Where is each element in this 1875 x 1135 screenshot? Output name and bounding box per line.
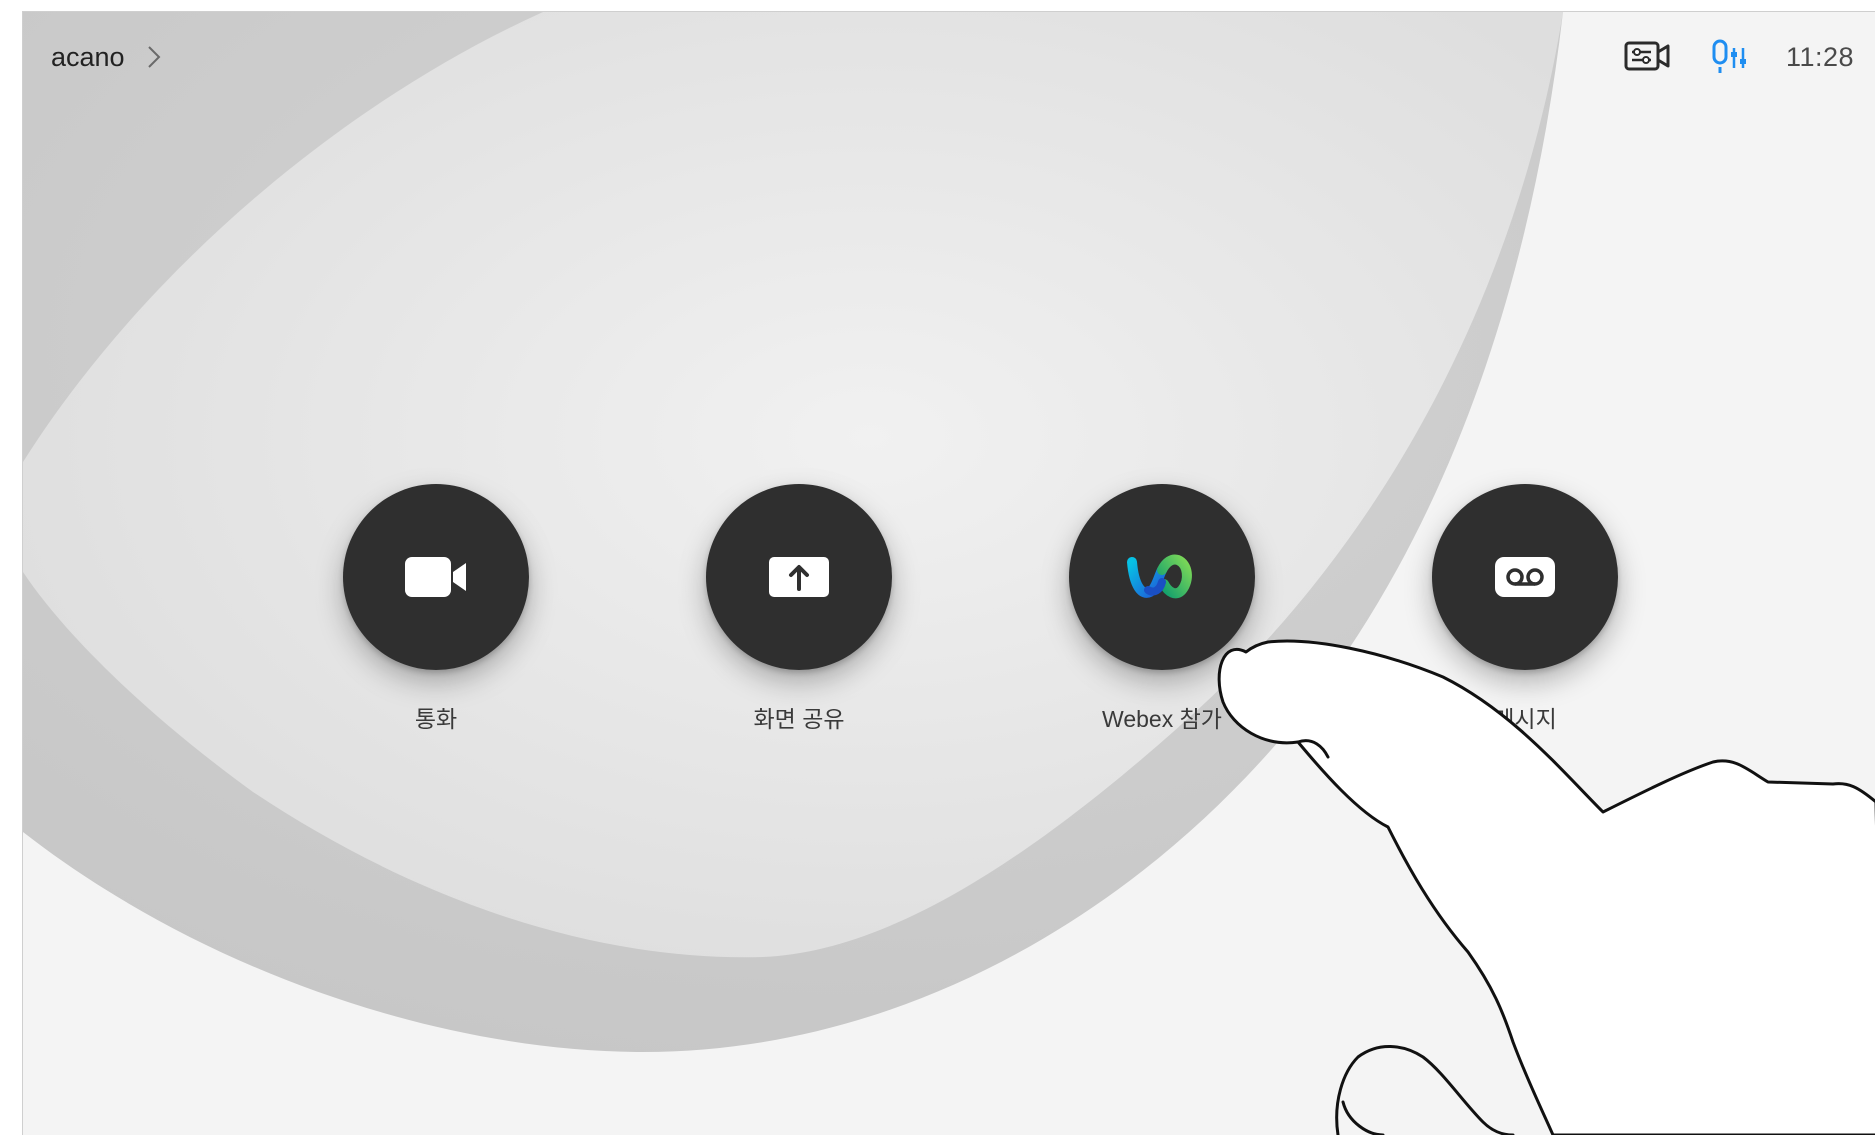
call-label: 통화 — [414, 706, 458, 732]
share-screen-action: 화면 공유 — [669, 484, 929, 744]
home-screen: acano 11:28 통화 화면 공유 Webex 참가 메시지 — [22, 11, 1875, 1135]
video-camera-icon — [405, 557, 466, 597]
webex-join-action: Webex 참가 — [1032, 484, 1292, 744]
camera-controls-icon[interactable] — [1624, 40, 1670, 74]
share-screen-button[interactable] — [706, 484, 892, 670]
top-bar: acano 11:28 — [23, 12, 1875, 92]
webex-join-label: Webex 참가 — [1102, 706, 1222, 732]
status-icons: 11:28 — [1624, 38, 1854, 76]
chevron-right-icon — [147, 46, 160, 68]
voicemail-button[interactable] — [1432, 484, 1618, 670]
voicemail-icon — [1495, 557, 1555, 597]
share-screen-icon — [769, 557, 829, 597]
voicemail-label: 메시지 — [1493, 706, 1557, 732]
webex-logo-icon — [1127, 554, 1192, 599]
microphone-controls-icon[interactable] — [1710, 38, 1750, 76]
webex-join-button[interactable] — [1069, 484, 1255, 670]
room-name-link[interactable]: acano — [51, 40, 161, 74]
voicemail-action: 메시지 — [1395, 484, 1655, 744]
clock: 11:28 — [1785, 41, 1854, 72]
room-name: acano — [51, 41, 125, 72]
call-action: 통화 — [306, 484, 566, 744]
share-screen-label: 화면 공유 — [753, 706, 845, 732]
call-button[interactable] — [343, 484, 529, 670]
